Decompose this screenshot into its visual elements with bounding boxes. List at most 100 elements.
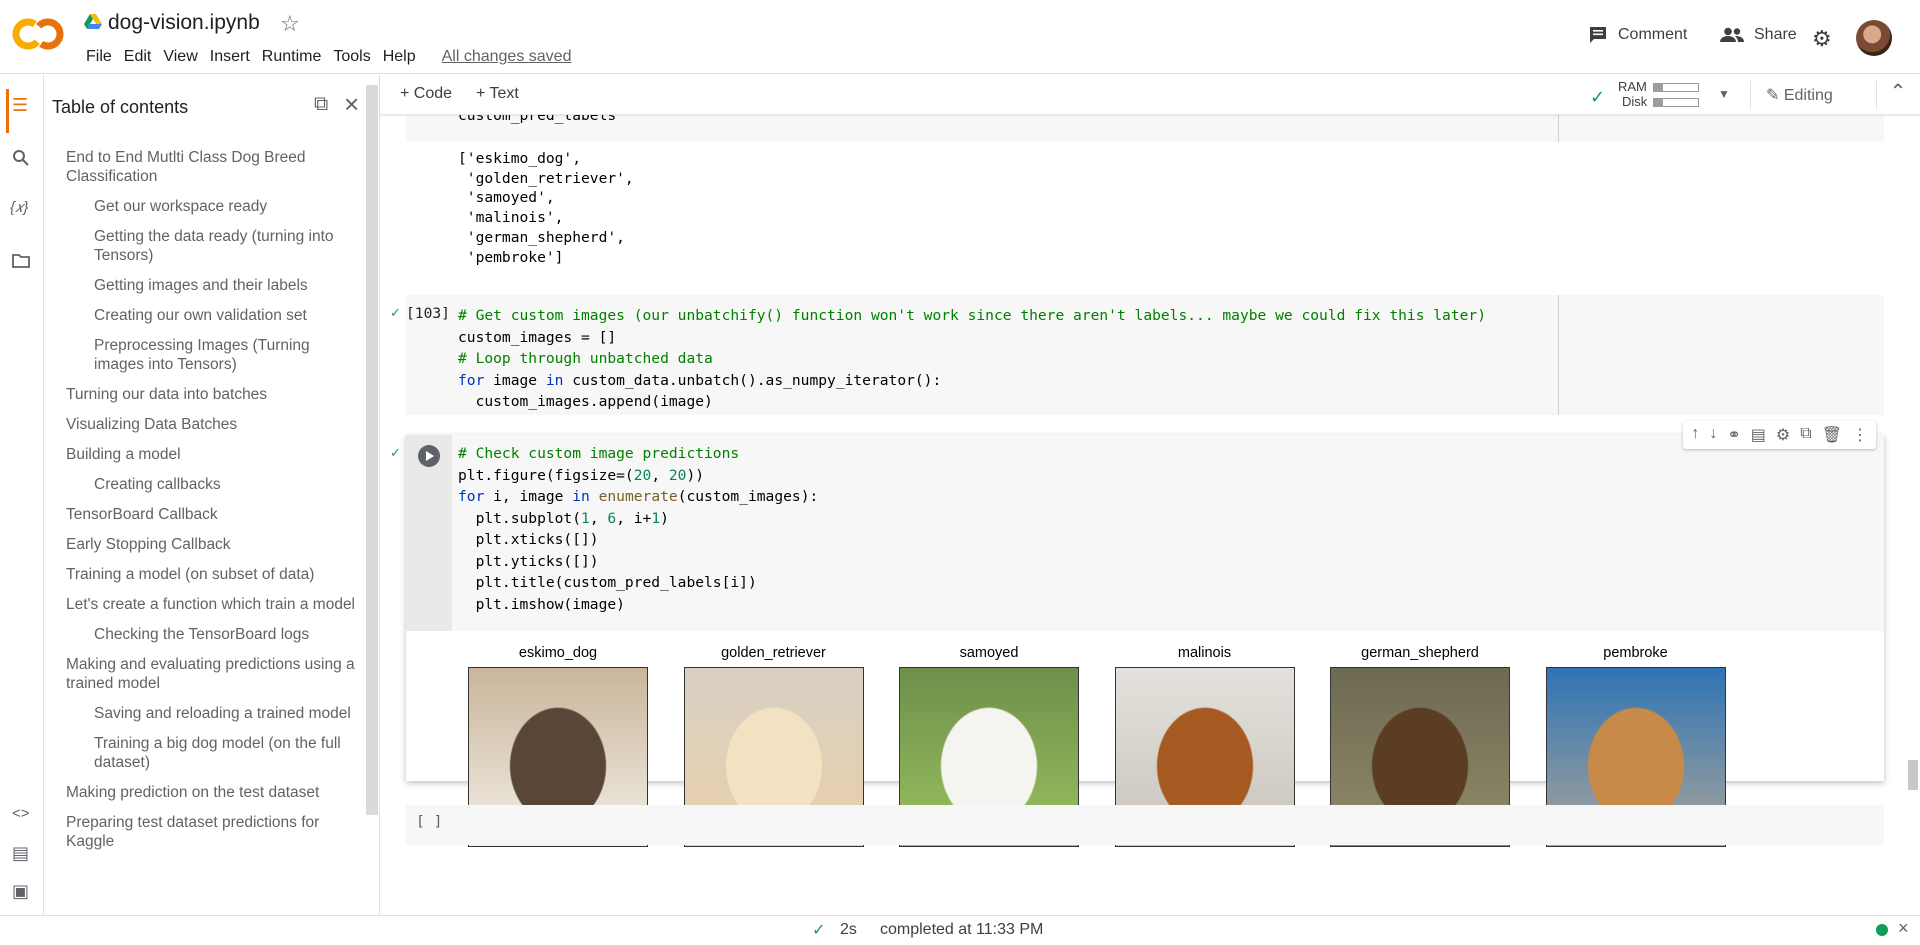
run-cell-button[interactable] [418,445,440,467]
mirror-cell-icon[interactable]: ⧉ [1800,425,1811,445]
resource-monitor[interactable]: RAM Disk [1618,79,1700,109]
cell-toolbar: ↑ ↓ ⚭ ▤ ⚙ ⧉ 🗑 ⋮ [1683,421,1876,449]
menu-view[interactable]: View [157,46,203,68]
toc-item[interactable]: Turning our data into batches [44,382,360,412]
prediction-title: german_shepherd [1361,645,1479,661]
toc-item[interactable]: Get our workspace ready [44,194,360,224]
cell-divider [1558,115,1559,142]
notebook-title[interactable]: dog-vision.ipynb [108,11,260,35]
close-icon[interactable]: × [344,89,359,120]
toc-item[interactable]: Checking the TensorBoard logs [44,622,360,652]
code-line: plt.subplot(1, 6, i+1) [458,508,1884,530]
number: 20 [633,466,652,484]
collapse-header-icon[interactable]: ⌃ [1878,79,1918,104]
command-palette-icon[interactable]: ▤ [12,843,29,864]
toc-item[interactable]: Training a big dog model (on the full da… [44,731,360,780]
menu-insert[interactable]: Insert [204,46,256,68]
ram-row: RAM [1618,79,1699,94]
toc-item[interactable]: Getting images and their labels [44,273,360,303]
share-button[interactable]: Share [1720,26,1797,44]
keyword: for [458,371,485,389]
menu-runtime[interactable]: Runtime [256,46,328,68]
runtime-dropdown-icon[interactable]: ▼ [1718,87,1730,101]
app-header: dog-vision.ipynb ☆ File Edit View Insert… [0,0,1920,74]
sidebar-scrollbar[interactable] [366,85,378,815]
menu-file[interactable]: File [80,46,118,68]
close-icon[interactable]: × [1898,918,1909,939]
settings-icon[interactable]: ⚙ [1776,425,1790,445]
empty-code-cell[interactable]: [ ] [406,805,1884,845]
number: 20 [668,466,687,484]
executed-check-icon: ✓ [390,445,401,460]
output-text: ['eskimo_dog', 'golden_retriever', 'samo… [458,150,634,266]
add-code-button[interactable]: + Code [400,85,452,103]
main-scrollbar[interactable] [1908,760,1918,790]
code-line: # Get custom images (our unbatchify() fu… [458,307,1486,324]
delete-icon[interactable]: 🗑 [1822,425,1842,445]
toc-title: Table of contents [52,97,189,117]
connection-status-dot [1876,924,1888,936]
builtin: enumerate [589,488,678,505]
completion-time: completed at 11:33 PM [880,921,1044,938]
variables-icon[interactable]: {𝑥} [10,199,28,216]
code-block: # Get custom images (our unbatchify() fu… [406,295,1884,413]
code-line: for image in custom_data.unbatch().as_nu… [458,370,1884,392]
code-cell-current[interactable]: ✓ # Check custom image predictions plt.fi… [390,421,1884,847]
comment-button[interactable]: Comment [1588,26,1687,44]
terminal-icon[interactable]: ▣ [12,881,29,902]
toc-item[interactable]: TensorBoard Callback [44,502,360,532]
move-down-icon[interactable]: ↓ [1709,425,1717,445]
prediction-title: samoyed [959,645,1019,661]
toc-item[interactable]: Early Stopping Callback [44,532,360,562]
move-up-icon[interactable]: ↑ [1691,425,1699,445]
code-editor[interactable]: # Check custom image predictions plt.figu… [452,435,1884,631]
toc-item[interactable]: Making prediction on the test dataset [44,780,360,810]
code-line: custom_pred_labels [458,115,617,124]
menu-tools[interactable]: Tools [327,46,376,68]
toc-item[interactable]: Preprocessing Images (Turning images int… [44,333,360,382]
search-icon[interactable] [12,149,30,167]
code-text: image [484,371,546,389]
toc-item[interactable]: Let's create a function which train a mo… [44,592,360,622]
toc-item[interactable]: Making and evaluating predictions using … [44,652,360,701]
code-line: # Loop through unbatched data [458,350,713,367]
code-block: # Check custom image predictions plt.figu… [452,435,1884,615]
comment-icon[interactable]: ▤ [1751,425,1766,445]
add-code-label: Code [413,85,453,102]
toc-item[interactable]: Creating callbacks [44,472,360,502]
notebook-toolbar: + Code + Text ✓ RAM Disk ▼ ✎ Editing ⌃ [380,75,1920,115]
toc-item[interactable]: Preparing test dataset predictions for K… [44,810,360,859]
toc-item[interactable]: Visualizing Data Batches [44,412,360,442]
code-snippets-icon[interactable]: <> [12,805,30,822]
more-vert-icon[interactable]: ⋮ [1852,425,1868,445]
folder-icon[interactable] [12,253,30,268]
output-area: ['eskimo_dog', 'golden_retriever', 'samo… [406,149,1884,269]
ram-label: RAM [1618,79,1647,94]
save-status-link[interactable]: All changes saved [436,46,578,68]
link-icon[interactable]: ⚭ [1727,425,1740,445]
star-icon[interactable]: ☆ [280,11,300,37]
toc-item[interactable]: Getting the data ready (turning into Ten… [44,224,360,273]
colab-logo[interactable] [12,14,64,54]
share-label: Share [1754,26,1797,43]
code-cell-103[interactable]: ✓ [103] # Get custom images (our unbatch… [390,295,1884,415]
settings-gear-icon[interactable]: ⚙ [1812,26,1832,52]
code-text: (custom_images): [677,488,819,505]
code-line: plt.yticks([]) [458,552,599,570]
menu-edit[interactable]: Edit [118,46,158,68]
toc-icon[interactable]: ☰ [12,95,28,116]
rail-active-indicator [6,89,9,133]
toc-item[interactable]: Building a model [44,442,360,472]
toc-item[interactable]: End to End Mutlti Class Dog Breed Classi… [44,145,360,194]
toc-item[interactable]: Saving and reloading a trained model [44,701,360,731]
editing-mode-button[interactable]: ✎ Editing [1766,85,1833,105]
disk-meter [1653,98,1700,108]
editing-label: Editing [1783,87,1833,104]
add-text-button[interactable]: + Text [476,85,519,103]
toc-item[interactable]: Creating our own validation set [44,303,360,333]
account-avatar[interactable] [1856,20,1892,56]
toc-item[interactable]: Training a model (on subset of data) [44,562,360,592]
menu-help[interactable]: Help [377,46,422,68]
open-in-tab-icon[interactable]: ⧉ [314,93,328,116]
code-cell-tail[interactable]: custom_pred_labels [406,115,1884,142]
